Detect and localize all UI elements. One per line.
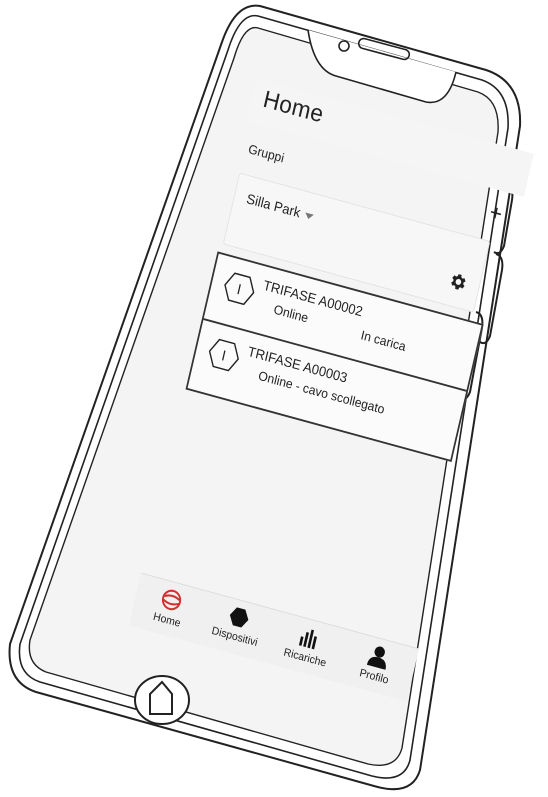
- person-icon: [366, 646, 386, 670]
- charger-hexagon-icon: I: [208, 338, 239, 372]
- device-status: Online: [272, 301, 310, 326]
- gear-icon[interactable]: [446, 269, 469, 294]
- group-select-value: Silla Park: [244, 191, 302, 222]
- bar-chart-icon: [298, 629, 317, 650]
- add-group-button[interactable]: +: [483, 200, 508, 227]
- group-select[interactable]: Silla Park: [245, 191, 315, 224]
- chevron-down-icon: [304, 212, 315, 221]
- device-charge-state: In carica: [359, 327, 408, 354]
- home-logo-icon: [161, 589, 182, 611]
- groups-label: Gruppi: [246, 141, 286, 166]
- hexagon-icon: [229, 607, 249, 628]
- charger-hexagon-icon: I: [224, 272, 255, 306]
